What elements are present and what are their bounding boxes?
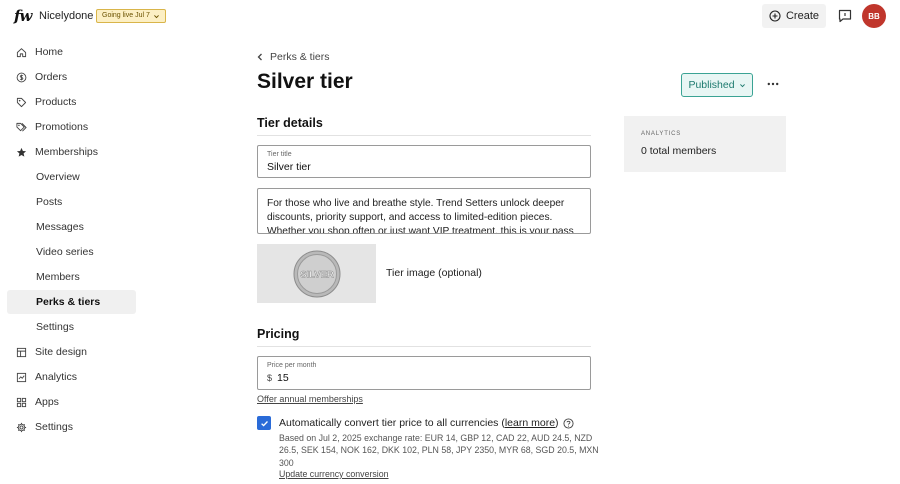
pricing-heading: Pricing bbox=[257, 327, 300, 341]
convert-suffix: ) bbox=[555, 417, 559, 429]
sidebar-item-label: Orders bbox=[35, 71, 68, 83]
go-live-label: Going live Jul 7 bbox=[102, 12, 150, 19]
sidebar-item-home[interactable]: Home bbox=[7, 40, 136, 64]
tier-description-textarea[interactable]: For those who live and breathe style. Tr… bbox=[257, 188, 591, 234]
sidebar-item-label: Products bbox=[35, 96, 77, 108]
status-label: Published bbox=[688, 79, 735, 91]
sidebar-item-analytics[interactable]: Analytics bbox=[7, 365, 136, 389]
auto-convert-checkbox[interactable] bbox=[257, 416, 271, 430]
layout-icon bbox=[16, 347, 26, 357]
sidebar-item-perks-tiers[interactable]: Perks & tiers bbox=[7, 290, 136, 314]
site-name[interactable]: Nicelydone bbox=[39, 10, 93, 22]
analytics-card: ANALYTICS 0 total members bbox=[624, 116, 786, 172]
sidebar-item-label: Site design bbox=[35, 346, 87, 358]
sidebar-item-label: Apps bbox=[35, 396, 59, 408]
sidebar-item-memberships[interactable]: Memberships bbox=[7, 140, 136, 164]
sidebar-item-settings[interactable]: Settings bbox=[7, 415, 136, 439]
price-label: Price per month bbox=[267, 362, 317, 369]
sidebar-item-video-series[interactable]: Video series bbox=[7, 240, 136, 264]
sidebar-item-label: Home bbox=[35, 46, 64, 58]
exchange-rate-text: Based on Jul 2, 2025 exchange rate: EUR … bbox=[279, 433, 599, 468]
currency-symbol: $ bbox=[267, 373, 273, 383]
tier-title-input[interactable]: Silver tier bbox=[267, 161, 311, 173]
sidebar-item-messages[interactable]: Messages bbox=[7, 215, 136, 239]
create-label: Create bbox=[785, 10, 820, 22]
help-icon[interactable] bbox=[563, 417, 574, 429]
tier-title-label: Tier title bbox=[267, 151, 292, 158]
check-icon bbox=[260, 420, 268, 427]
tag-icon bbox=[16, 97, 26, 107]
sidebar-item-promotions[interactable]: Promotions bbox=[7, 115, 136, 139]
status-dropdown[interactable]: Published bbox=[681, 73, 753, 97]
more-options-icon[interactable] bbox=[767, 82, 779, 86]
analytics-label: ANALYTICS bbox=[641, 131, 682, 137]
tier-image-label: Tier image (optional) bbox=[386, 267, 482, 279]
sidebar-item-products[interactable]: Products bbox=[7, 90, 136, 114]
sidebar-item-label: Perks & tiers bbox=[36, 296, 101, 308]
sidebar: Home Orders Products Promotions Membersh… bbox=[7, 40, 136, 440]
sidebar-item-label: Overview bbox=[36, 171, 80, 183]
tier-image[interactable]: SILVER bbox=[257, 244, 376, 303]
convert-prefix: Automatically convert tier price to all … bbox=[279, 417, 505, 429]
sidebar-item-label: Members bbox=[36, 271, 80, 283]
sidebar-item-label: Settings bbox=[35, 421, 73, 433]
total-members-value: 0 total members bbox=[641, 145, 717, 157]
chart-icon bbox=[16, 372, 26, 382]
price-field[interactable]: Price per month $ 15 bbox=[257, 356, 591, 390]
sidebar-item-site-design[interactable]: Site design bbox=[7, 340, 136, 364]
create-button[interactable]: Create bbox=[762, 4, 826, 28]
sidebar-item-label: Analytics bbox=[35, 371, 78, 383]
divider bbox=[257, 135, 591, 136]
message-icon[interactable] bbox=[838, 9, 852, 23]
coin-text: SILVER bbox=[300, 269, 334, 280]
star-icon bbox=[16, 147, 26, 157]
offer-annual-link[interactable]: Offer annual memberships bbox=[257, 394, 363, 404]
sidebar-item-orders[interactable]: Orders bbox=[7, 65, 136, 89]
page-title: Silver tier bbox=[257, 70, 353, 93]
sidebar-item-label: Memberships bbox=[35, 146, 99, 158]
price-input[interactable]: 15 bbox=[277, 372, 289, 384]
sidebar-item-members[interactable]: Members bbox=[7, 265, 136, 289]
dollar-circle-icon bbox=[16, 72, 26, 82]
breadcrumb[interactable]: Perks & tiers bbox=[256, 51, 330, 63]
tags-icon bbox=[15, 122, 27, 131]
sidebar-item-label: Video series bbox=[36, 246, 94, 258]
breadcrumb-label: Perks & tiers bbox=[270, 51, 330, 63]
learn-more-link[interactable]: learn more bbox=[505, 417, 555, 429]
brand-logo[interactable]: fw bbox=[14, 7, 32, 25]
apps-icon bbox=[16, 397, 26, 407]
sidebar-item-label: Settings bbox=[36, 321, 74, 333]
chevron-left-icon bbox=[257, 53, 262, 61]
divider bbox=[257, 346, 591, 347]
sidebar-item-label: Posts bbox=[36, 196, 63, 208]
update-conversion-link[interactable]: Update currency conversion bbox=[279, 469, 389, 479]
sidebar-item-apps[interactable]: Apps bbox=[7, 390, 136, 414]
sidebar-item-membership-settings[interactable]: Settings bbox=[7, 315, 136, 339]
go-live-badge[interactable]: Going live Jul 7 bbox=[96, 9, 166, 23]
tier-title-field[interactable]: Tier title Silver tier bbox=[257, 145, 591, 178]
gear-icon bbox=[16, 422, 26, 432]
sidebar-item-label: Messages bbox=[36, 221, 84, 233]
chevron-down-icon bbox=[739, 83, 745, 87]
avatar[interactable]: BB bbox=[862, 4, 886, 28]
home-icon bbox=[16, 47, 26, 57]
plus-circle-icon bbox=[769, 10, 781, 22]
sidebar-item-posts[interactable]: Posts bbox=[7, 190, 136, 214]
auto-convert-label: Automatically convert tier price to all … bbox=[279, 417, 574, 429]
silver-coin-image: SILVER bbox=[293, 250, 340, 297]
sidebar-item-label: Promotions bbox=[35, 121, 89, 133]
chevron-down-icon bbox=[153, 14, 159, 18]
tier-details-heading: Tier details bbox=[257, 116, 323, 130]
sidebar-item-overview[interactable]: Overview bbox=[7, 165, 136, 189]
